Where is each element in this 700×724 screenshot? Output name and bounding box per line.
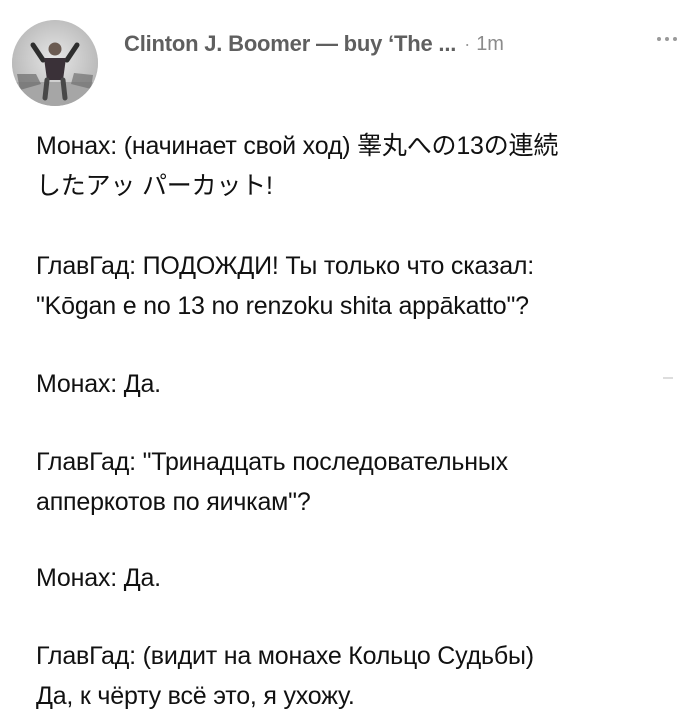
message-line: Монах: Да. [36,370,161,398]
more-options-button[interactable] [650,24,684,54]
post-message: ГлавГад: ПОДОЖДИ! Ты только что сказал: … [36,246,676,326]
post-message: ГлавГад: (видит на монахе Кольцо Судьбы)… [36,636,676,716]
dot-separator: · [464,33,471,54]
post-header: Clinton J. Boomer — buy ‘The ... · 1m [124,28,504,60]
avatar-photo-icon [12,20,98,106]
scroll-indicator-mark [663,377,673,379]
message-line: Монах: (начинает свой ход) 睾丸への13の連続 [36,132,559,160]
message-line: апперкотов по яичкам"? [36,488,311,516]
timestamp[interactable]: 1m [476,33,504,56]
message-line: ГлавГад: "Тринадцать последовательных [36,448,508,476]
avatar[interactable] [12,20,98,106]
social-post: Clinton J. Boomer — buy ‘The ... · 1m Мо… [0,0,700,724]
post-message: Монах: Да. [36,364,676,404]
message-line: ГлавГад: ПОДОЖДИ! Ты только что сказал: [36,252,535,280]
message-line: したアッ パーカット! [36,172,273,200]
message-line: "Kōgan e no 13 no renzoku shita appākatt… [36,292,529,320]
post-message: Монах: Да. [36,558,676,598]
author-name[interactable]: Clinton J. Boomer — buy ‘The ... [124,31,456,57]
post-message: ГлавГад: "Тринадцать последовательных ап… [36,442,676,522]
message-line: Да, к чёрту всё это, я ухожу. [36,682,355,710]
message-line: ГлавГад: (видит на монахе Кольцо Судьбы) [36,642,534,670]
post-message: Монах: (начинает свой ход) 睾丸への13の連続 したア… [36,126,676,206]
message-line: Монах: Да. [36,564,161,592]
more-horizontal-icon [657,37,677,41]
